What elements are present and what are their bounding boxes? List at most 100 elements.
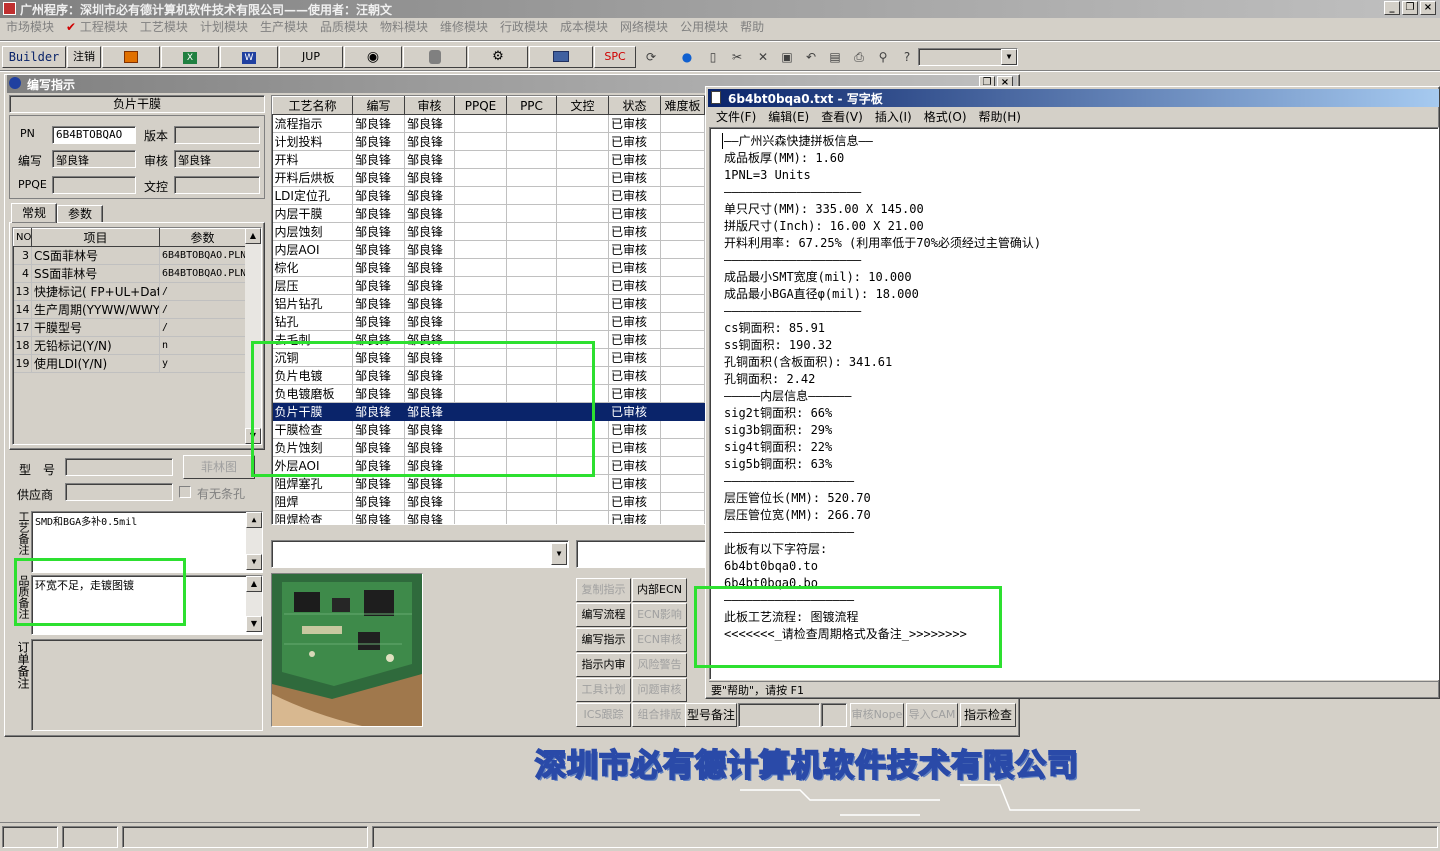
doc-review-field[interactable]: [174, 176, 260, 194]
process-row[interactable]: 阻焊检查 邹良锋 邹良锋 已审核: [272, 510, 705, 524]
menu-item[interactable]: 网络模块: [614, 18, 674, 36]
process-col-header[interactable]: PPQE: [454, 96, 507, 115]
process-col-header[interactable]: 文控: [556, 96, 609, 115]
action-button[interactable]: 风险警告: [632, 653, 687, 677]
process-row[interactable]: 计划投料 邹良锋 邹良锋 已审核: [272, 132, 705, 151]
scroll-up-icon[interactable]: ▲: [245, 228, 261, 244]
process-row[interactable]: 干膜检查 邹良锋 邹良锋 已审核: [272, 420, 705, 439]
instruction-check-button[interactable]: 指示检查: [960, 703, 1016, 727]
close-icon[interactable]: ×: [1420, 1, 1436, 15]
author-field[interactable]: 邹良锋: [52, 150, 136, 168]
process-col-header[interactable]: 状态: [608, 96, 661, 115]
craft-note-scrollbar[interactable]: ▲ ▼: [246, 512, 262, 570]
scroll-down-icon[interactable]: ▼: [246, 554, 262, 570]
browser-icon[interactable]: ●: [677, 48, 697, 68]
quality-note-scrollbar[interactable]: ▲ ▼: [246, 576, 262, 632]
col-param[interactable]: 参数: [159, 228, 246, 247]
process-row[interactable]: 棕化 邹良锋 邹良锋 已审核: [272, 258, 705, 277]
scroll-up-icon[interactable]: ▲: [246, 512, 262, 528]
process-row[interactable]: 负片干膜 邹良锋 邹良锋 已审核: [272, 402, 705, 421]
menu-item[interactable]: 市场模块: [0, 18, 60, 36]
menu-item[interactable]: 行政模块: [494, 18, 554, 36]
menu-item[interactable]: 工艺模块: [134, 18, 194, 36]
process-row[interactable]: 流程指示 邹良锋 邹良锋 已审核: [272, 114, 705, 133]
process-row[interactable]: 外层AOI 邹良锋 邹良锋 已审核: [272, 456, 705, 475]
process-col-header[interactable]: 工艺名称: [272, 96, 353, 115]
menu-item[interactable]: 计划模块: [194, 18, 254, 36]
toolbar-dropdown[interactable]: ▼: [918, 48, 1018, 66]
action-button[interactable]: 复制指示: [576, 578, 631, 602]
param-row[interactable]: 4 SS面菲林号 6B4BTOBQAO.PLN: [13, 264, 246, 283]
param-row[interactable]: 13快捷标记( FP+UL+DateC/: [13, 282, 246, 301]
process-row[interactable]: 去毛刺 邹良锋 邹良锋 已审核: [272, 330, 705, 349]
process-row[interactable]: LDI定位孔 邹良锋 邹良锋 已审核: [272, 186, 705, 205]
process-col-header[interactable]: PPC: [506, 96, 557, 115]
process-col-header[interactable]: 编写: [352, 96, 405, 115]
wordpad-document[interactable]: ——广州兴森快捷拼板信息—— 成品板厚(MM): 1.60 1PNL=3 Units…: [709, 127, 1439, 680]
process-row[interactable]: 内层干膜 邹良锋 邹良锋 已审核: [272, 204, 705, 223]
wordpad-menu-file[interactable]: 文件(F): [710, 108, 762, 126]
col-no[interactable]: NO: [13, 228, 32, 247]
import-cam-button[interactable]: 导入CAM: [906, 703, 958, 727]
printer-button[interactable]: [529, 46, 593, 68]
excel-button[interactable]: X: [161, 46, 219, 68]
database-button[interactable]: [403, 46, 467, 68]
process-row[interactable]: 负片蚀刻 邹良锋 邹良锋 已审核: [272, 438, 705, 457]
menu-item[interactable]: 公用模块: [674, 18, 734, 36]
action-button[interactable]: ICS跟踪: [576, 703, 631, 727]
minimize-icon[interactable]: _: [1384, 1, 1400, 15]
process-row[interactable]: 沉铜 邹良锋 邹良锋 已审核: [272, 348, 705, 367]
tab-general[interactable]: 常规: [11, 203, 57, 223]
network-button[interactable]: ⚙: [468, 46, 528, 68]
quality-note-field[interactable]: 环宽不足，走镀图镀 ▲ ▼: [31, 575, 263, 635]
wordpad-menu-format[interactable]: 格式(O): [918, 108, 973, 126]
logout-button[interactable]: 注销: [67, 46, 101, 68]
scroll-down-icon[interactable]: ▼: [246, 616, 262, 632]
process-row[interactable]: 负片电镀 邹良锋 邹良锋 已审核: [272, 366, 705, 385]
menu-item[interactable]: 生产模块: [254, 18, 314, 36]
process-row[interactable]: 铝片钻孔 邹良锋 邹良锋 已审核: [272, 294, 705, 313]
param-row[interactable]: 19 使用LDI(Y/N) y: [13, 354, 246, 373]
film-button[interactable]: 菲林图: [183, 455, 255, 479]
params-scrollbar[interactable]: ▲ ▼: [245, 228, 261, 444]
save-icon[interactable]: ▣: [777, 48, 797, 68]
action-button[interactable]: ECN审核: [632, 628, 687, 652]
undo-icon[interactable]: ↶: [801, 48, 821, 68]
find-icon[interactable]: ⚲: [873, 48, 893, 68]
param-row[interactable]: 17 干膜型号 /: [13, 318, 246, 337]
process-row[interactable]: 负电镀磨板 邹良锋 邹良锋 已审核: [272, 384, 705, 403]
print-icon[interactable]: ⎙: [849, 48, 869, 68]
menu-item[interactable]: 帮助: [734, 18, 770, 36]
secondary-combo[interactable]: [576, 540, 711, 568]
version-field[interactable]: [174, 126, 260, 144]
col-item[interactable]: 项目: [31, 228, 160, 247]
wordpad-menu-view[interactable]: 查看(V): [815, 108, 869, 126]
help-icon[interactable]: ?: [897, 48, 917, 68]
scroll-up-icon[interactable]: ▲: [246, 576, 262, 592]
order-note-field[interactable]: [31, 639, 263, 731]
jup-button[interactable]: JUP: [279, 46, 343, 68]
process-col-header[interactable]: 审核: [404, 96, 455, 115]
process-row[interactable]: 开料后烘板 邹良锋 邹良锋 已审核: [272, 168, 705, 187]
action-button[interactable]: 问题审核: [632, 678, 687, 702]
process-row[interactable]: 阻焊 邹良锋 邹良锋 已审核: [272, 492, 705, 511]
action-button[interactable]: 编写流程: [576, 603, 631, 627]
wordpad-menu-insert[interactable]: 插入(I): [869, 108, 918, 126]
review-field[interactable]: 邹良锋: [174, 150, 260, 168]
preview-icon[interactable]: ▤: [825, 48, 845, 68]
powerpoint-button[interactable]: [102, 46, 160, 68]
process-combo[interactable]: ▼: [271, 540, 569, 568]
restore-icon[interactable]: ❐: [1402, 1, 1418, 15]
chevron-down-icon[interactable]: ▼: [551, 543, 567, 565]
supplier-field[interactable]: [65, 483, 173, 501]
menu-item[interactable]: 维修模块: [434, 18, 494, 36]
menu-item-active[interactable]: ✔ 工程模块: [60, 18, 134, 36]
process-row[interactable]: 开料 邹良锋 邹良锋 已审核: [272, 150, 705, 169]
craft-note-field[interactable]: SMD和BGA多补0.5mil ▲ ▼: [31, 511, 263, 573]
param-row[interactable]: 18 无铅标记(Y/N) n: [13, 336, 246, 355]
model-note-button[interactable]: 型号备注: [685, 703, 737, 727]
menu-item[interactable]: 物料模块: [374, 18, 434, 36]
action-button[interactable]: 指示内审: [576, 653, 631, 677]
wordpad-menu-help[interactable]: 帮助(H): [973, 108, 1027, 126]
process-row[interactable]: 钻孔 邹良锋 邹良锋 已审核: [272, 312, 705, 331]
